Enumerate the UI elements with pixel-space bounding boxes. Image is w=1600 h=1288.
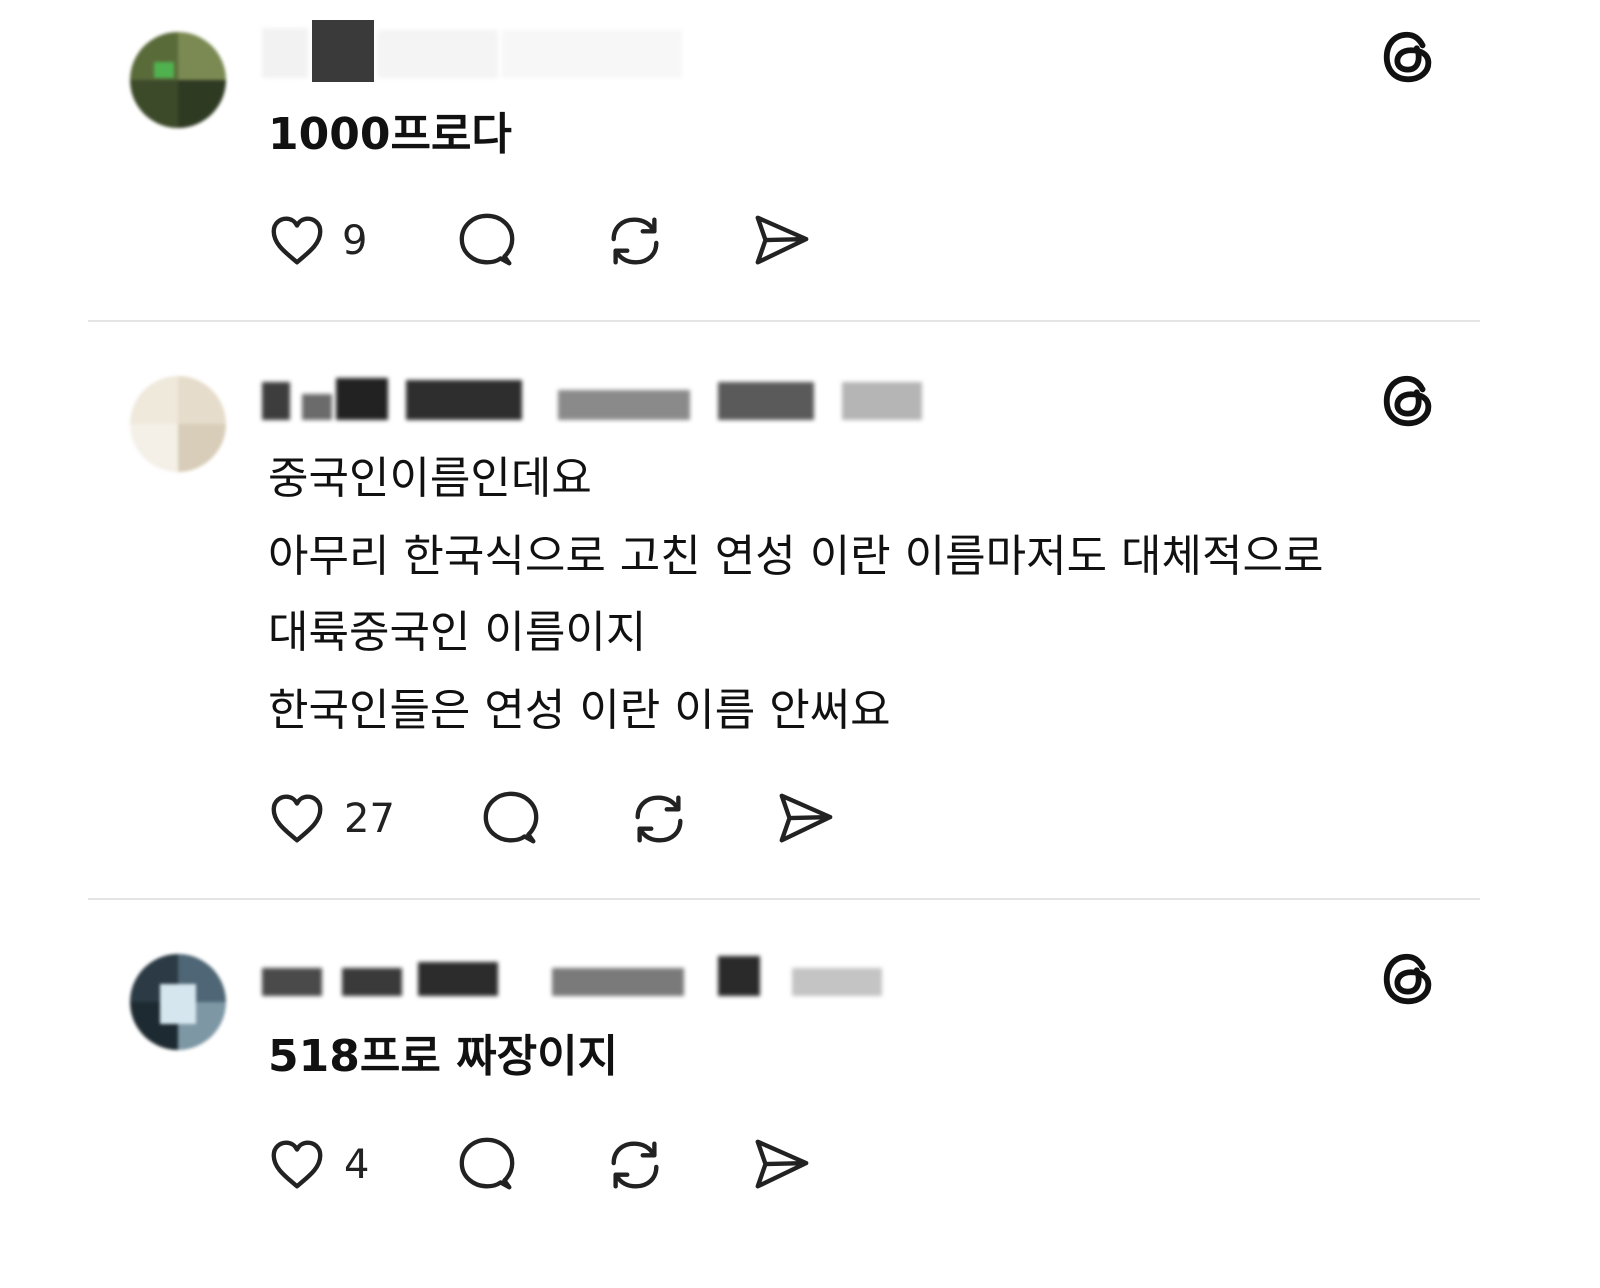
avatar-pixel (130, 424, 178, 472)
redaction-block (378, 30, 498, 78)
like-count: 27 (344, 796, 395, 842)
post-text: 1000프로다 (268, 109, 512, 160)
redaction-block (262, 382, 290, 420)
comment-icon[interactable] (480, 788, 542, 850)
avatar-pixel (160, 984, 196, 1024)
redaction-block (342, 968, 402, 996)
send-icon[interactable] (750, 210, 812, 272)
threads-logo-icon[interactable] (1378, 26, 1440, 88)
avatar[interactable] (130, 954, 226, 1050)
avatar-pixel (154, 62, 174, 78)
repost-icon[interactable] (604, 210, 666, 272)
redaction-block (312, 20, 374, 82)
post-text-line: 아무리 한국식으로 고친 연성 이란 이름마저도 대체적으로 (268, 531, 1324, 582)
avatar-pixel (130, 376, 178, 424)
post-text-line: 대륙중국인 이름이지 (268, 607, 647, 658)
post: 1000프로다 9 (0, 0, 1600, 320)
heart-icon[interactable] (266, 788, 328, 850)
username-redacted[interactable] (262, 20, 962, 82)
post-text: 518프로 짜장이지 (268, 1031, 619, 1082)
redaction-block (502, 30, 682, 78)
heart-icon[interactable] (266, 210, 328, 272)
like-count: 4 (344, 1142, 370, 1188)
threads-logo-icon[interactable] (1378, 370, 1440, 432)
redaction-block (418, 962, 498, 996)
avatar[interactable] (130, 376, 226, 472)
post: 518프로 짜장이지 4 (0, 900, 1600, 1288)
heart-icon[interactable] (266, 1134, 328, 1196)
post-text-line: 중국인이름인데요 (268, 453, 592, 504)
action-bar: 9 (266, 210, 866, 274)
redaction-block (558, 390, 690, 420)
avatar-pixel (178, 80, 226, 128)
send-icon[interactable] (750, 1134, 812, 1196)
action-bar: 27 (266, 788, 866, 852)
action-bar: 4 (266, 1134, 866, 1198)
username-redacted[interactable] (262, 952, 962, 1006)
username-redacted[interactable] (262, 372, 962, 426)
redaction-block (552, 968, 684, 996)
redaction-block (336, 378, 388, 420)
comment-icon[interactable] (456, 210, 518, 272)
comment-icon[interactable] (456, 1134, 518, 1196)
repost-icon[interactable] (604, 1134, 666, 1196)
post: 중국인이름인데요 아무리 한국식으로 고친 연성 이란 이름마저도 대체적으로 … (0, 322, 1600, 898)
redaction-block (718, 382, 814, 420)
like-count: 9 (342, 218, 368, 264)
post-text-line: 한국인들은 연성 이란 이름 안써요 (268, 685, 891, 736)
repost-icon[interactable] (628, 788, 690, 850)
threads-logo-icon[interactable] (1378, 948, 1440, 1010)
redaction-block (406, 380, 522, 420)
avatar-pixel (178, 32, 226, 80)
avatar-pixel (130, 80, 178, 128)
avatar-pixel (178, 376, 226, 424)
avatar[interactable] (130, 32, 226, 128)
redaction-block (842, 382, 922, 420)
redaction-block (262, 968, 322, 996)
send-icon[interactable] (774, 788, 836, 850)
redaction-block (302, 394, 332, 420)
redaction-block (792, 968, 882, 996)
redaction-block (262, 28, 308, 78)
redaction-block (718, 956, 760, 996)
avatar-pixel (178, 424, 226, 472)
